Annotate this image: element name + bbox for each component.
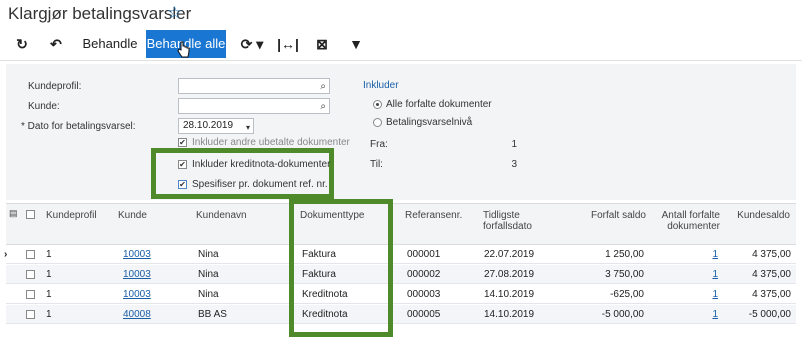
col-reference[interactable]: Referansenr. bbox=[405, 210, 462, 221]
cell-ref: 000002 bbox=[407, 269, 441, 280]
highlight-box-doctype bbox=[289, 199, 393, 337]
include-credit-label: Inkluder kreditnota-dokumenter bbox=[192, 159, 331, 170]
cell-customer-link[interactable]: 10003 bbox=[123, 249, 151, 260]
col-customer-name[interactable]: Kundenavn bbox=[196, 210, 247, 221]
to-value[interactable]: 3 bbox=[500, 159, 517, 170]
row-checkbox[interactable] bbox=[26, 270, 35, 279]
filter-icon[interactable]: ▼ bbox=[344, 30, 368, 58]
col-customer-profile[interactable]: Kundeprofil bbox=[46, 210, 97, 221]
cell-name: Nina bbox=[198, 249, 219, 260]
toolbar: ↻ ↶ Behandle Behandle alle ⟳ ▾ |↔| ⊠ ▼ bbox=[0, 30, 802, 58]
highlight-box-options bbox=[151, 148, 334, 199]
cell-date: 14.10.2019 bbox=[484, 289, 535, 300]
radio-level-label: Betalingsvarselnivå bbox=[386, 117, 473, 128]
radio-all-overdue[interactable] bbox=[373, 100, 382, 109]
cell-date: 27.08.2019 bbox=[484, 269, 535, 280]
cell-overdue: 3 750,00 bbox=[605, 269, 644, 280]
cell-name: BB AS bbox=[198, 309, 227, 320]
form-panel bbox=[6, 64, 796, 200]
cell-count-link[interactable]: 1 bbox=[666, 309, 718, 320]
cell-ref: 000005 bbox=[407, 309, 441, 320]
from-label: Fra: bbox=[370, 139, 388, 150]
date-input[interactable]: 28.10.2019 ▾ bbox=[178, 118, 254, 134]
specify-checkbox[interactable]: ✔ bbox=[178, 180, 187, 189]
cell-date: 22.07.2019 bbox=[484, 249, 535, 260]
cell-balance: 4 375,00 bbox=[752, 289, 791, 300]
radio-all-label: Alle forfalte dokumenter bbox=[386, 99, 492, 110]
cell-overdue: -5 000,00 bbox=[601, 309, 644, 320]
separator bbox=[0, 60, 802, 61]
cell-profile: 1 bbox=[46, 249, 52, 260]
hand-cursor-icon bbox=[177, 41, 190, 58]
cell-balance: 4 375,00 bbox=[752, 249, 791, 260]
cell-profile: 1 bbox=[46, 289, 52, 300]
cell-profile: 1 bbox=[46, 269, 52, 280]
specify-label: Spesifiser pr. dokument ref. nr. bbox=[192, 179, 328, 190]
include-unpaid-label: Inkluder andre ubetalte dokumenter bbox=[192, 137, 350, 148]
include-unpaid-checkbox[interactable]: ✔ bbox=[178, 138, 187, 147]
fit-columns-icon[interactable]: |↔| bbox=[276, 30, 300, 58]
search-icon[interactable]: ⌕ bbox=[320, 100, 326, 114]
date-value: 28.10.2019 bbox=[183, 120, 234, 131]
cell-customer-link[interactable]: 40008 bbox=[123, 309, 151, 320]
customer-profile-input[interactable]: ⌕ bbox=[178, 78, 330, 94]
cell-count-link[interactable]: 1 bbox=[666, 269, 718, 280]
column-settings-icon[interactable]: ▤ bbox=[9, 208, 18, 219]
cell-count-link[interactable]: 1 bbox=[666, 249, 718, 260]
date-label: * Dato for betalingsvarsel: bbox=[21, 121, 136, 132]
cell-balance: 4 375,00 bbox=[752, 269, 791, 280]
sync-icon[interactable]: ⟳ ▾ bbox=[236, 30, 268, 58]
cell-count-link[interactable]: 1 bbox=[666, 289, 718, 300]
cell-ref: 000001 bbox=[407, 249, 441, 260]
chevron-down-icon[interactable]: ▾ bbox=[246, 121, 250, 135]
cell-name: Nina bbox=[198, 289, 219, 300]
table-row[interactable]: 1 40008 BB AS Kreditnota 000005 14.10.20… bbox=[6, 305, 796, 324]
cell-profile: 1 bbox=[46, 309, 52, 320]
from-value[interactable]: 1 bbox=[500, 139, 517, 150]
grid-header: ▤ Kundeprofil Kunde Kundenavn Dokumentty… bbox=[6, 203, 796, 245]
page-title: Klargjør betalingsvarsler bbox=[8, 4, 192, 23]
col-overdue-balance[interactable]: Forfalt saldo bbox=[576, 210, 646, 221]
process-button[interactable]: Behandle bbox=[80, 30, 140, 58]
table-row[interactable]: 1 10003 Nina Faktura 000002 27.08.2019 3… bbox=[6, 265, 796, 284]
star-icon[interactable]: ☆ bbox=[167, 3, 182, 23]
col-customer-balance[interactable]: Kundesaldo bbox=[730, 210, 790, 221]
row-pointer-icon: › bbox=[4, 249, 8, 260]
radio-level[interactable] bbox=[373, 118, 382, 127]
customer-input[interactable]: ⌕ bbox=[178, 98, 330, 114]
table-row[interactable]: › 1 10003 Nina Faktura 000001 22.07.2019… bbox=[4, 245, 796, 264]
table-row[interactable]: 1 10003 Nina Kreditnota 000003 14.10.201… bbox=[6, 285, 796, 304]
row-checkbox[interactable] bbox=[26, 250, 35, 259]
col-overdue-count[interactable]: Antall forfalte dokumenter bbox=[660, 210, 720, 232]
col-customer[interactable]: Kunde bbox=[118, 210, 147, 221]
cell-name: Nina bbox=[198, 269, 219, 280]
cell-overdue: -625,00 bbox=[610, 289, 644, 300]
cell-overdue: 1 250,00 bbox=[605, 249, 644, 260]
search-icon[interactable]: ⌕ bbox=[320, 80, 326, 94]
cell-ref: 000003 bbox=[407, 289, 441, 300]
select-all-checkbox[interactable] bbox=[26, 210, 35, 219]
customer-profile-label: Kundeprofil: bbox=[28, 81, 82, 92]
cell-customer-link[interactable]: 10003 bbox=[123, 289, 151, 300]
customer-label: Kunde: bbox=[28, 101, 60, 112]
row-checkbox[interactable] bbox=[26, 310, 35, 319]
cell-balance: -5 000,00 bbox=[748, 309, 791, 320]
col-earliest-due[interactable]: Tidligste forfallsdato bbox=[483, 210, 553, 232]
refresh-icon[interactable]: ↻ bbox=[10, 30, 34, 58]
export-excel-icon[interactable]: ⊠ bbox=[310, 30, 334, 58]
include-heading: Inkluder bbox=[363, 80, 399, 91]
to-label: Til: bbox=[370, 159, 383, 170]
undo-icon[interactable]: ↶ bbox=[44, 30, 68, 58]
cell-customer-link[interactable]: 10003 bbox=[123, 269, 151, 280]
cell-date: 14.10.2019 bbox=[484, 309, 535, 320]
row-checkbox[interactable] bbox=[26, 290, 35, 299]
include-credit-checkbox[interactable]: ✔ bbox=[178, 160, 187, 169]
